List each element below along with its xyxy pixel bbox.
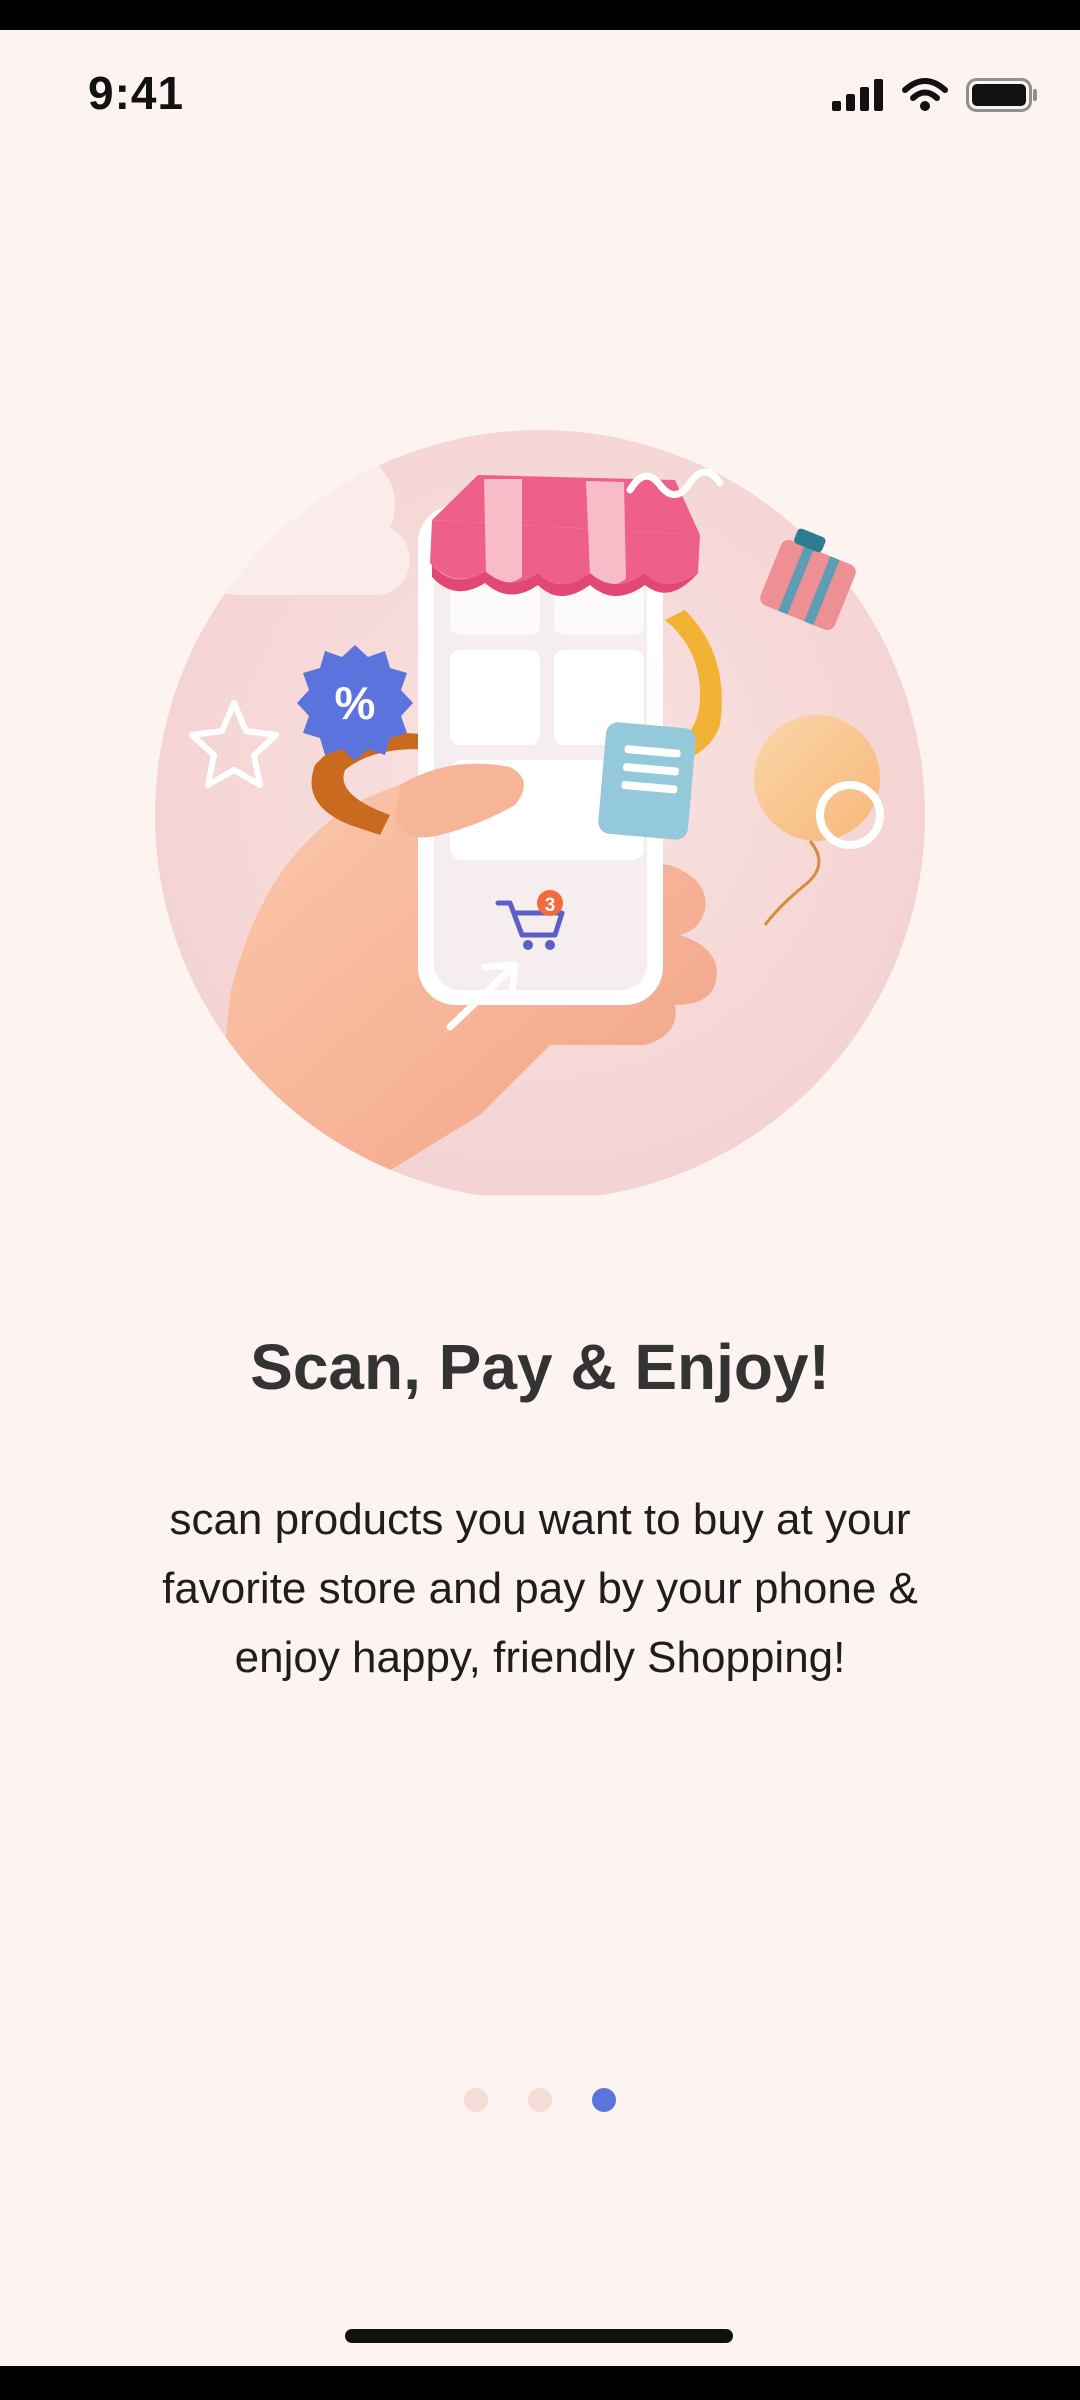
discount-badge-text: % bbox=[335, 677, 376, 729]
status-time: 9:41 bbox=[88, 67, 185, 119]
wifi-icon bbox=[902, 78, 948, 111]
page-dot[interactable] bbox=[464, 2088, 488, 2112]
status-icons bbox=[832, 78, 1038, 112]
page-dot[interactable] bbox=[528, 2088, 552, 2112]
receipt-icon bbox=[598, 722, 696, 840]
cart-badge-count: 3 bbox=[545, 895, 556, 916]
battery-icon bbox=[966, 78, 1037, 112]
cellular-signal-icon bbox=[832, 79, 883, 111]
store-awning-icon bbox=[430, 475, 700, 596]
shopping-phone-illustration: 3 % bbox=[155, 430, 925, 1195]
status-bar: 9:41 bbox=[0, 30, 1080, 160]
onboarding-title: Scan, Pay & Enjoy! bbox=[250, 1331, 830, 1403]
page-dot-active[interactable] bbox=[592, 2088, 616, 2112]
onboarding-description: scan products you want to buy at your fa… bbox=[162, 1495, 918, 1682]
home-indicator[interactable] bbox=[345, 2329, 733, 2343]
page-indicator bbox=[0, 2088, 1080, 2112]
cloud-shape bbox=[190, 450, 410, 595]
onboarding-screen: 9:41 3 % Scan, Pay & Enjoy! scan product… bbox=[0, 30, 1080, 2366]
